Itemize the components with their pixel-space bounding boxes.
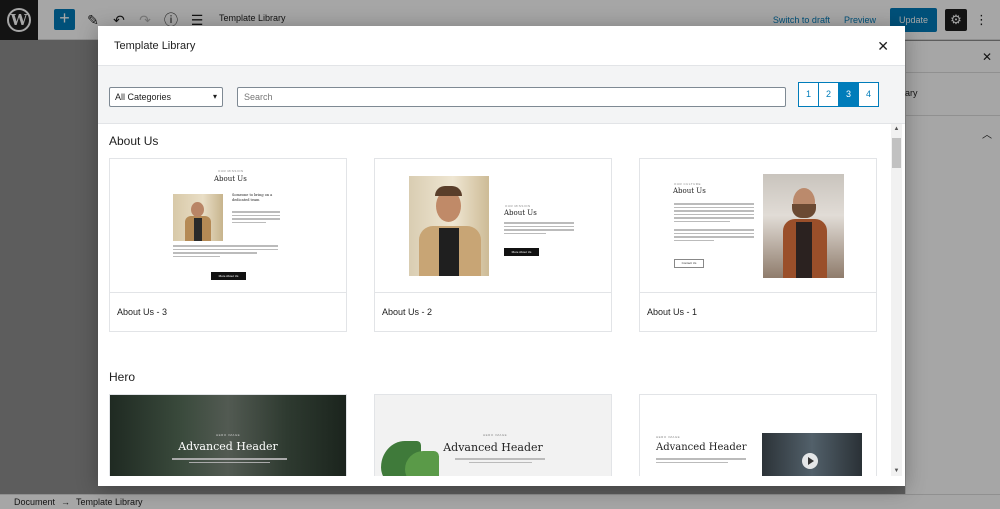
scrollbar-thumb[interactable] xyxy=(892,138,901,168)
thumb-heading: About Us xyxy=(504,209,537,217)
template-card-about-us-2[interactable]: OUR MISSION About Us More About Us About… xyxy=(374,158,612,332)
thumb-heading: Advanced Header xyxy=(656,442,747,453)
thumb-button: Contact Us xyxy=(674,259,704,268)
thumb-button: More About Us xyxy=(211,272,246,280)
thumb-photo xyxy=(173,194,223,241)
pagination: 1 2 3 4 xyxy=(798,82,879,107)
thumb-kicker: HERO IMAGE xyxy=(483,433,508,437)
thumb-heading: About Us xyxy=(214,175,247,183)
thumb-kicker: HERO IMAGE xyxy=(216,433,241,437)
template-grid: About Us OUR MISSION About Us Someone to… xyxy=(98,124,905,476)
search-input[interactable] xyxy=(237,87,786,107)
template-card-hero-1[interactable]: HERO IMAGE Advanced Header xyxy=(109,394,347,476)
thumb-kicker: OUR MISSION xyxy=(505,204,531,208)
template-card-about-us-1[interactable]: OUR CULTURE About Us Contact Us About Us… xyxy=(639,158,877,332)
thumb-photo xyxy=(409,176,489,276)
template-card-hero-3[interactable]: HERO IMAGE Advanced Header xyxy=(639,394,877,476)
template-card-about-us-3[interactable]: OUR MISSION About Us Someone to bring on… xyxy=(109,158,347,332)
template-thumbnail[interactable]: OUR CULTURE About Us Contact Us xyxy=(640,159,876,293)
page-button-3[interactable]: 3 xyxy=(838,82,859,107)
template-library-modal: Template Library ✕ All Categories ▾ 1 2 … xyxy=(98,26,905,486)
modal-title: Template Library xyxy=(114,39,196,52)
scroll-up-icon[interactable]: ▲ xyxy=(891,126,902,132)
template-card-hero-2[interactable]: HERO IMAGE Advanced Header xyxy=(374,394,612,476)
page-button-1[interactable]: 1 xyxy=(798,82,819,107)
category-select[interactable]: All Categories ▾ xyxy=(109,87,223,107)
thumb-kicker: OUR MISSION xyxy=(218,169,244,173)
template-caption: About Us - 1 xyxy=(647,307,698,317)
thumb-kicker: HERO IMAGE xyxy=(656,435,681,439)
template-thumbnail[interactable]: OUR MISSION About Us Someone to bring on… xyxy=(110,159,346,293)
template-thumbnail[interactable]: HERO IMAGE Advanced Header xyxy=(375,395,611,476)
thumb-heading: Advanced Header xyxy=(178,440,278,453)
page-button-2[interactable]: 2 xyxy=(818,82,839,107)
category-select-value: All Categories xyxy=(115,92,172,102)
section-title-about-us: About Us xyxy=(109,134,159,148)
video-thumbnail xyxy=(762,433,862,476)
template-caption: About Us - 3 xyxy=(117,307,168,317)
grid-scrollbar[interactable]: ▲ ▼ xyxy=(891,124,902,476)
template-thumbnail[interactable]: OUR MISSION About Us More About Us xyxy=(375,159,611,293)
template-thumbnail[interactable]: HERO IMAGE Advanced Header xyxy=(110,395,346,476)
template-thumbnail[interactable]: HERO IMAGE Advanced Header xyxy=(640,395,876,476)
play-icon xyxy=(808,457,814,465)
scroll-down-icon[interactable]: ▼ xyxy=(891,468,902,474)
chevron-down-icon: ▾ xyxy=(212,92,217,101)
thumb-button: More About Us xyxy=(504,248,539,256)
page-button-4[interactable]: 4 xyxy=(858,82,879,107)
thumb-kicker: OUR CULTURE xyxy=(674,182,701,186)
modal-header: Template Library ✕ xyxy=(98,26,905,66)
section-title-hero: Hero xyxy=(109,370,136,384)
modal-toolbar: All Categories ▾ 1 2 3 4 xyxy=(98,66,905,124)
thumb-heading: Advanced Header xyxy=(443,441,543,454)
thumb-photo xyxy=(763,174,844,278)
template-caption: About Us - 2 xyxy=(382,307,433,317)
close-icon[interactable]: ✕ xyxy=(877,39,889,53)
thumb-heading: About Us xyxy=(673,187,706,195)
